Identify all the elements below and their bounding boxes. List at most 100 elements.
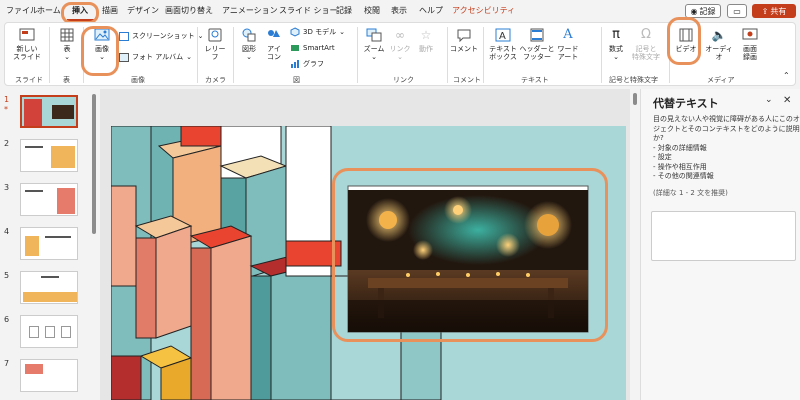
new-comment-button[interactable]: コメント	[450, 27, 478, 53]
cameo-button[interactable]: レリー フ	[202, 27, 228, 61]
tab-draw[interactable]: 描画	[102, 5, 118, 16]
slide-thumbnail-2[interactable]	[20, 139, 78, 172]
screen-record-icon	[742, 27, 758, 43]
tab-file[interactable]: ファイル	[6, 5, 38, 16]
slide-thumbnail-7[interactable]	[20, 359, 78, 392]
table-button[interactable]: 表 ⌄	[55, 27, 79, 61]
slide-thumbnail-3[interactable]	[20, 183, 78, 216]
block-shape	[285, 126, 332, 242]
alt-text-description: 目の見えない人や視覚に障碍がある人にこのオブ ジェクトとそのコンテキストをどのよ…	[653, 115, 800, 182]
highlight-video	[667, 17, 701, 65]
chevron-down-icon: ⌄	[246, 53, 252, 61]
textbox-button[interactable]: A テキスト ボックス	[486, 27, 520, 61]
audio-button[interactable]: 🔈 オーディオ	[703, 27, 735, 61]
icons-button[interactable]: アイ コン	[263, 27, 285, 61]
tab-help[interactable]: ヘルプ	[419, 5, 443, 16]
link-button[interactable]: ∞ リンク ⌄	[389, 27, 411, 61]
group-label-camera: カメラ	[205, 76, 226, 84]
wordart-button[interactable]: A ワード アート	[554, 27, 582, 61]
editor-scrollbar[interactable]	[633, 93, 637, 105]
symbol-button[interactable]: Ω 記号と 特殊文字	[629, 27, 663, 61]
block-shape	[270, 260, 332, 400]
pi-icon: π	[612, 27, 620, 42]
smartart-button[interactable]: SmartArt	[290, 43, 335, 53]
new-slide-icon	[19, 27, 35, 43]
tab-accessibility[interactable]: アクセシビリティ	[452, 5, 515, 16]
block-shape	[285, 265, 332, 277]
close-icon[interactable]: ✕	[783, 95, 791, 106]
camera-icon	[207, 27, 223, 43]
equation-button[interactable]: π 数式 ⌄	[605, 27, 627, 61]
block-shape	[250, 275, 272, 400]
speaker-icon: 🔈	[711, 28, 727, 42]
thumb-text	[41, 276, 59, 278]
alt-text-hint: (詳細な 1 - 2 文を推奨)	[653, 189, 728, 197]
slide-number: 4	[4, 227, 10, 236]
comments-button[interactable]: ▭	[727, 4, 747, 18]
screenshot-icon	[119, 31, 129, 41]
group-label-illustrations: 図	[293, 76, 300, 84]
tab-transitions[interactable]: 画面切り替え	[165, 5, 213, 16]
highlight-pictures	[81, 26, 119, 76]
thumb-text	[25, 146, 43, 148]
group-label-comments: コメント	[453, 76, 481, 84]
tab-slideshow[interactable]: スライド ショー	[279, 5, 338, 16]
record-button[interactable]: ◉ 記録	[685, 4, 721, 18]
screenshot-button[interactable]: スクリーンショット ⌄	[119, 31, 204, 41]
group-label-slides: スライド	[15, 76, 43, 84]
slide-number: 7	[4, 359, 10, 368]
alt-text-title: 代替テキスト	[653, 97, 719, 110]
textbox-icon: A	[495, 27, 511, 43]
tab-animations[interactable]: アニメーション	[222, 5, 278, 16]
shapes-button[interactable]: 図形 ⌄	[237, 27, 261, 61]
header-footer-icon	[529, 27, 545, 43]
table-icon	[59, 27, 75, 43]
collapse-ribbon-icon[interactable]: ⌃	[783, 71, 790, 80]
tab-home[interactable]: ホーム	[37, 5, 61, 16]
divider	[197, 27, 198, 83]
star-icon: ☆	[420, 28, 432, 42]
wordart-icon: A	[563, 27, 573, 42]
alt-text-input[interactable]	[651, 211, 796, 261]
divider	[49, 27, 50, 83]
share-icon: ⇪	[761, 6, 769, 16]
action-button[interactable]: ☆ 動作	[415, 27, 437, 53]
share-button[interactable]: ⇪ 共有	[752, 4, 796, 18]
thumb-shape	[23, 292, 77, 302]
tab-view[interactable]: 表示	[391, 5, 407, 16]
header-footer-button[interactable]: ヘッダーと フッター	[520, 27, 555, 61]
block-shape	[135, 237, 157, 339]
zoom-button[interactable]: ズーム ⌄	[362, 27, 386, 61]
group-label-media: メディア	[707, 76, 735, 84]
thumbnails-scrollbar[interactable]	[92, 94, 96, 234]
thumb-shape	[45, 326, 55, 338]
slide-thumbnail-1[interactable]	[20, 95, 78, 128]
link-icon: ∞	[395, 28, 405, 42]
tab-review[interactable]: 校閲	[364, 5, 380, 16]
chevron-down-icon: ⌄	[371, 53, 377, 61]
new-slide-button[interactable]: 新しい スライド	[11, 27, 43, 61]
thumb-shape	[24, 99, 42, 126]
slide-number: 3	[4, 183, 10, 192]
photo-album-button[interactable]: フォト アルバム ⌄	[119, 52, 192, 62]
alt-text-line: - 対象の詳細情報	[653, 143, 707, 152]
thumb-text	[45, 236, 71, 238]
screen-recording-button[interactable]: 画面 録画	[737, 27, 763, 61]
divider	[357, 27, 358, 83]
group-label-symbols: 記号と特殊文字	[609, 76, 658, 84]
slide-thumbnail-4[interactable]	[20, 227, 78, 260]
block-shape	[111, 355, 142, 400]
chevron-down-icon[interactable]: ⌄	[765, 95, 773, 105]
group-label-text: テキスト	[521, 76, 549, 84]
slide-thumbnail-6[interactable]	[20, 315, 78, 348]
thumb-picture	[52, 105, 74, 119]
3d-models-button[interactable]: 3D モデル ⌄	[290, 27, 345, 37]
comment-icon	[456, 27, 472, 43]
slide-thumbnail-5[interactable]	[20, 271, 78, 304]
slide-number: 2	[4, 139, 10, 148]
tab-design[interactable]: デザイン	[127, 5, 159, 16]
alt-text-line: - その他の関連情報	[653, 172, 714, 180]
alt-text-line: - 設定	[653, 153, 672, 161]
chart-button[interactable]: グラフ	[290, 59, 324, 69]
tab-record[interactable]: 記録	[336, 5, 352, 16]
